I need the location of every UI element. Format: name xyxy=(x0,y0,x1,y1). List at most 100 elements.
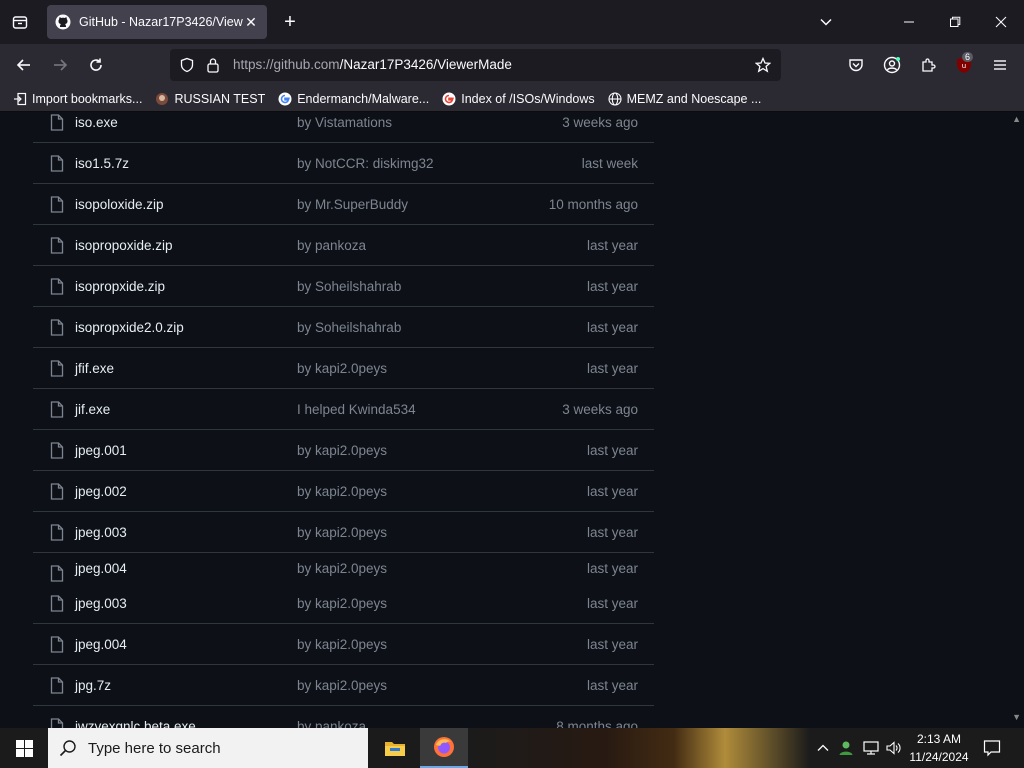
file-row[interactable]: jpeg.002 by kapi2.0peys last year xyxy=(33,471,654,512)
commit-message-link[interactable]: by Soheilshahrab xyxy=(297,320,401,335)
file-row[interactable]: isopropxide2.0.zip by Soheilshahrab last y… xyxy=(33,307,654,348)
commit-age: 10 months ago xyxy=(548,196,638,212)
file-name-link[interactable]: isopropxide.zip xyxy=(75,279,165,294)
url-text[interactable]: https://github.com/Nazar17P3426/ViewerMa… xyxy=(233,57,512,72)
commit-age: last year xyxy=(586,595,638,611)
file-name-link[interactable]: jfif.exe xyxy=(75,361,114,376)
close-window-button[interactable] xyxy=(978,0,1024,44)
commit-age: last year xyxy=(586,360,638,376)
new-tab-button[interactable]: + xyxy=(278,10,302,34)
menu-button[interactable] xyxy=(987,52,1013,78)
commit-message-link[interactable]: by NotCCR: diskimg32 xyxy=(297,156,434,171)
url-bar[interactable]: https://github.com/Nazar17P3426/ViewerMa… xyxy=(170,49,781,81)
commit-message-link[interactable]: I helped Kwinda534 xyxy=(297,402,416,417)
file-icon xyxy=(50,155,64,172)
bookmark-memz[interactable]: MEMZ and Noescape ... xyxy=(607,91,761,107)
commit-message-link[interactable]: by kapi2.0peys xyxy=(297,678,387,693)
restore-icon xyxy=(950,16,961,27)
file-name-link[interactable]: isopoloxide.zip xyxy=(75,197,164,212)
commit-message-link[interactable]: by Soheilshahrab xyxy=(297,279,401,294)
restore-button[interactable] xyxy=(932,0,978,44)
file-name-link[interactable]: jpg.7z xyxy=(75,678,111,693)
file-name-link[interactable]: isopropoxide.zip xyxy=(75,238,173,253)
notifications-button[interactable] xyxy=(980,728,1004,768)
show-hidden-icons-button[interactable] xyxy=(814,728,832,768)
file-row[interactable]: jfif.exe by kapi2.0peys last year xyxy=(33,348,654,389)
lock-icon[interactable] xyxy=(206,57,220,73)
user-tray-button[interactable] xyxy=(836,728,856,768)
commit-message-link[interactable]: by kapi2.0peys xyxy=(297,361,387,376)
network-button[interactable] xyxy=(860,728,882,768)
minimize-button[interactable] xyxy=(886,0,932,44)
file-row[interactable]: jpg.7z by kapi2.0peys last year xyxy=(33,665,654,706)
file-name-link[interactable]: jpeg.003 xyxy=(75,525,127,540)
start-button[interactable] xyxy=(0,728,48,768)
commit-message-link[interactable]: by kapi2.0peys xyxy=(297,637,387,652)
chevron-up-icon xyxy=(817,744,829,751)
file-row[interactable]: jpeg.004 by kapi2.0peys last year xyxy=(33,624,654,665)
file-icon xyxy=(50,595,64,612)
file-name-link[interactable]: iso.exe xyxy=(75,115,118,130)
tab-list-button[interactable] xyxy=(0,0,40,44)
file-row[interactable]: jif.exe I helped Kwinda534 3 weeks ago xyxy=(33,389,654,430)
shield-icon[interactable] xyxy=(179,57,195,73)
extension-count-badge: 6 xyxy=(962,52,974,62)
commit-message-link[interactable]: by pankoza xyxy=(297,238,366,253)
bookmark-endermanch[interactable]: Endermanch/Malware... xyxy=(277,91,429,107)
file-name-link[interactable]: jwzyexgnlc beta.exe xyxy=(75,719,196,729)
file-row[interactable]: isopoloxide.zip by Mr.SuperBuddy 10 months… xyxy=(33,184,654,225)
pocket-button[interactable] xyxy=(843,52,869,78)
bookmark-russian-test[interactable]: RUSSIAN TEST xyxy=(154,91,265,107)
file-name-link[interactable]: jpeg.001 xyxy=(75,443,127,458)
commit-message-link[interactable]: by kapi2.0peys xyxy=(297,596,387,611)
clock[interactable]: 2:13 AM 11/24/2024 xyxy=(904,730,974,766)
google-icon xyxy=(277,91,293,107)
taskbar-search-box[interactable]: Type here to search xyxy=(48,728,368,768)
bookmark-import[interactable]: Import bookmarks... xyxy=(12,91,142,107)
file-name-link[interactable]: jif.exe xyxy=(75,402,110,417)
file-name-link[interactable]: jpeg.004 xyxy=(75,637,127,652)
clock-time: 2:13 AM xyxy=(916,732,962,746)
file-row[interactable]: jpeg.001 by kapi2.0peys last year xyxy=(33,430,654,471)
file-row[interactable]: iso1.5.7z by NotCCR: diskimg32 last week xyxy=(33,143,654,184)
file-explorer-button[interactable] xyxy=(371,728,419,768)
commit-message-link[interactable]: by Mr.SuperBuddy xyxy=(297,197,408,212)
commit-message-link[interactable]: by Vistamations xyxy=(297,115,392,130)
account-button[interactable] xyxy=(879,52,905,78)
commit-age: 3 weeks ago xyxy=(562,401,638,417)
star-icon[interactable] xyxy=(755,57,771,73)
file-name-link[interactable]: jpeg.004 xyxy=(75,561,127,576)
commit-age: last year xyxy=(586,560,638,576)
forward-button[interactable] xyxy=(47,52,73,78)
scroll-up-arrow-icon[interactable]: ▲ xyxy=(1012,114,1021,124)
firefox-taskbar-button[interactable] xyxy=(420,728,468,768)
page-scrollbar[interactable]: ▲ ▼ xyxy=(1012,112,1024,728)
file-row[interactable]: jwzyexgnlc beta.exe by pankoza 8 months ag… xyxy=(33,706,654,728)
volume-button[interactable] xyxy=(884,728,904,768)
commit-message-link[interactable]: by kapi2.0peys xyxy=(297,443,387,458)
back-button[interactable] xyxy=(11,52,37,78)
extensions-button[interactable] xyxy=(915,52,941,78)
file-row[interactable]: jpeg.004 by kapi2.0peys last year xyxy=(33,553,654,583)
file-row[interactable]: jpeg.003 by kapi2.0peys last year xyxy=(33,583,654,624)
file-name-link[interactable]: jpeg.002 xyxy=(75,484,127,499)
commit-message-link[interactable]: by pankoza xyxy=(297,719,366,729)
commit-message-link[interactable]: by kapi2.0peys xyxy=(297,525,387,540)
file-row[interactable]: isopropxide.zip by Soheilshahrab last year xyxy=(33,266,654,307)
bookmark-isos-windows[interactable]: Index of /ISOs/Windows xyxy=(441,91,595,107)
commit-message-link[interactable]: by kapi2.0peys xyxy=(297,484,387,499)
file-row[interactable]: isopropoxide.zip by pankoza last year xyxy=(33,225,654,266)
file-name-link[interactable]: isopropxide2.0.zip xyxy=(75,320,184,335)
tab-close-icon[interactable]: ✕ xyxy=(243,14,259,31)
active-tab[interactable]: GitHub - Nazar17P3426/ViewerMade ✕ xyxy=(47,5,267,39)
list-all-tabs-button[interactable] xyxy=(803,0,849,44)
reload-button[interactable] xyxy=(83,52,109,78)
scroll-down-arrow-icon[interactable]: ▼ xyxy=(1012,712,1021,722)
file-row[interactable]: iso.exe by Vistamations 3 weeks ago xyxy=(33,112,654,143)
commit-message-link[interactable]: by kapi2.0peys xyxy=(297,561,387,576)
file-name-link[interactable]: iso1.5.7z xyxy=(75,156,129,171)
file-name-link[interactable]: jpeg.003 xyxy=(75,596,127,611)
minimize-icon xyxy=(904,21,914,23)
file-row[interactable]: jpeg.003 by kapi2.0peys last year xyxy=(33,512,654,553)
file-icon xyxy=(50,278,64,295)
